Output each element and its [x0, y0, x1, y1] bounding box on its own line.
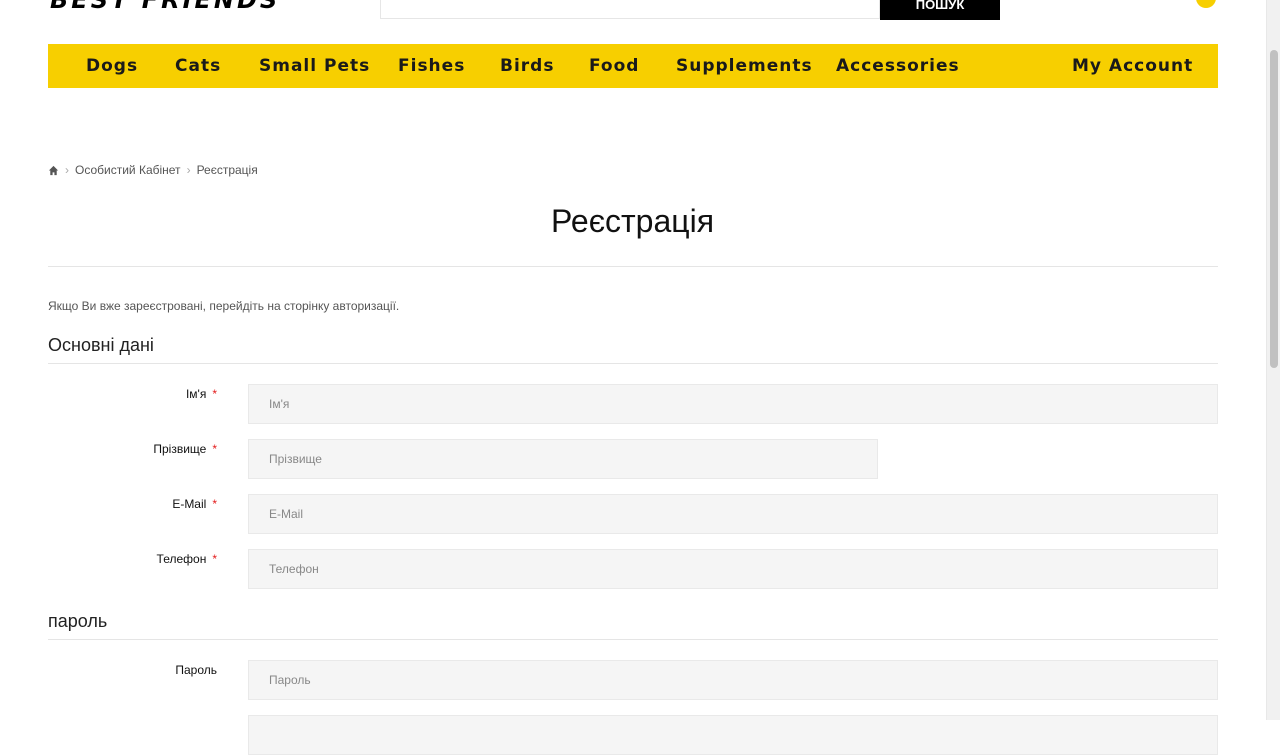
nav-item-food[interactable]: Food: [589, 56, 639, 76]
nav-item-supplements[interactable]: Supplements: [676, 56, 813, 76]
chevron-right-icon: ›: [65, 163, 69, 177]
last-name-field[interactable]: [248, 439, 878, 479]
breadcrumb: › Особистий Кабінет › Реєстрація: [48, 163, 258, 177]
chevron-right-icon: ›: [186, 163, 191, 177]
email-label: E-Mail *: [172, 497, 217, 511]
divider: [48, 363, 1218, 364]
first-name-field[interactable]: [248, 384, 1218, 424]
nav-item-small-pets[interactable]: Small Pets: [259, 56, 370, 76]
email-field[interactable]: [248, 494, 1218, 534]
main-nav: Dogs Cats Small Pets Fishes Birds Food S…: [48, 44, 1218, 88]
scrollbar-thumb[interactable]: [1270, 50, 1278, 368]
search-input[interactable]: [380, 0, 880, 19]
password-field[interactable]: [248, 660, 1218, 700]
section-title-personal: Основні дані: [48, 335, 154, 355]
breadcrumb-item-account[interactable]: Особистий Кабінет: [75, 163, 181, 177]
phone-field[interactable]: [248, 549, 1218, 589]
search-button[interactable]: ПОШУК: [880, 0, 1000, 20]
divider: [48, 266, 1218, 267]
scrollbar[interactable]: [1266, 0, 1280, 720]
password-label: Пароль: [175, 663, 217, 677]
divider: [48, 639, 1218, 640]
site-logo[interactable]: BEST FRIENDS: [50, 0, 280, 14]
nav-item-dogs[interactable]: Dogs: [86, 56, 138, 76]
password-confirm-field[interactable]: [248, 715, 1218, 755]
nav-item-my-account[interactable]: My Account: [1072, 56, 1193, 76]
cart-icon[interactable]: [1196, 0, 1216, 8]
nav-item-cats[interactable]: Cats: [175, 56, 221, 76]
home-icon[interactable]: [48, 165, 59, 176]
nav-item-fishes[interactable]: Fishes: [398, 56, 465, 76]
required-marker: *: [212, 442, 217, 456]
nav-item-birds[interactable]: Birds: [500, 56, 554, 76]
required-marker: *: [212, 497, 217, 511]
section-title-password: пароль: [48, 611, 108, 631]
last-name-label: Прізвище *: [153, 442, 217, 456]
required-marker: *: [212, 387, 217, 401]
nav-item-accessories[interactable]: Accessories: [836, 56, 960, 76]
breadcrumb-item-current: Реєстрація: [196, 163, 258, 177]
first-name-label: Ім'я *: [185, 387, 217, 401]
login-hint-text[interactable]: Якщо Ви вже зареєстровані, перейдіть на …: [48, 299, 399, 313]
required-marker: *: [212, 552, 217, 566]
page-title: Реєстрація: [550, 203, 715, 239]
phone-label: Телефон *: [156, 552, 217, 566]
